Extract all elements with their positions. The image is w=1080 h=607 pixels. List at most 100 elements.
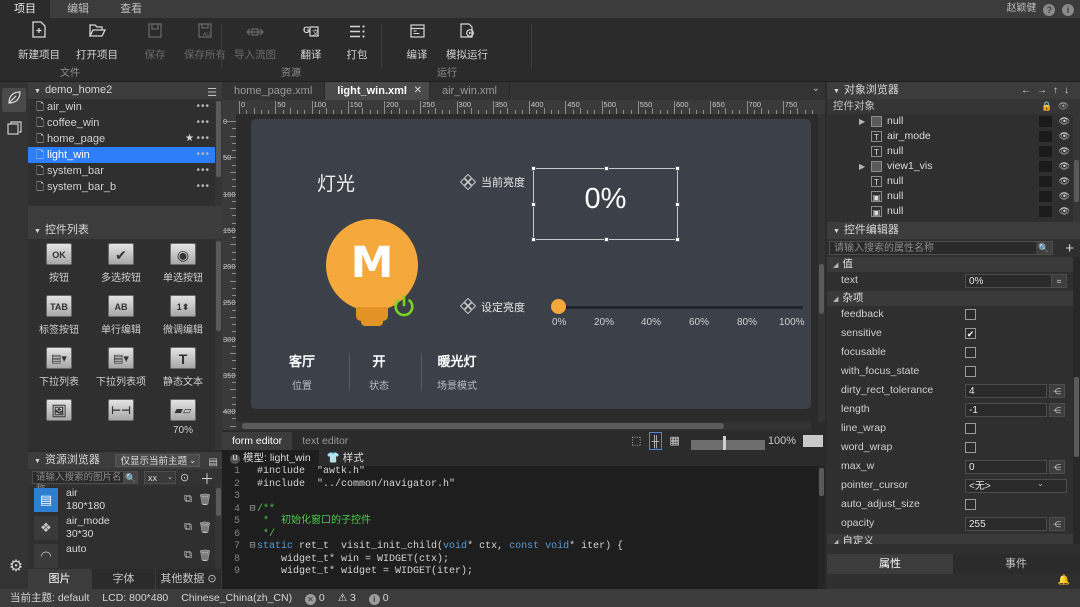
object-row-null-3[interactable]: Tnull 👁 (827, 174, 1080, 189)
object-tree-scrollbar[interactable] (1073, 114, 1080, 222)
property-row-focusable[interactable]: focusable (827, 344, 1080, 363)
search-icon[interactable]: 🔍 (124, 471, 138, 484)
canvas-stage[interactable]: 灯光 M 当前亮度 0% 设定亮度 0% 20% 40% 60% 80% 100… (236, 114, 818, 422)
resource-list[interactable]: ▤ air 180*180 ⧉ 🗑 ❖ air_mode 30*30 ⧉ 🗑 ◠ a… (28, 486, 222, 569)
property-value-input[interactable]: 0 (965, 460, 1047, 474)
search-icon[interactable]: 🔍 (1036, 242, 1052, 254)
menu-tab-edit[interactable]: 编辑 (53, 0, 103, 18)
row-menu-dots[interactable]: ••• (196, 131, 210, 147)
align-icon[interactable]: ╫ (648, 432, 663, 450)
widget-grid[interactable]: OK 按钮 ✔ 多选按钮 ◉ 单选按钮 TAB 标签按钮 AB 单行编辑 1⬍ 微调编辑 ▤… (28, 239, 215, 450)
property-row-opacity[interactable]: opacity 255 ⋲ (827, 515, 1080, 534)
object-row-air-mode[interactable]: Tair_mode 👁 (827, 129, 1080, 144)
resize-handle-e[interactable] (675, 202, 680, 207)
editor-tab-light-win[interactable]: light_win.xml ✕ (325, 82, 430, 100)
property-checkbox[interactable] (965, 423, 976, 434)
status-warning-group[interactable]: ⚠ 3 (338, 592, 356, 604)
property-value-input[interactable]: 4 (965, 384, 1047, 398)
row-menu-dots[interactable]: ••• (196, 163, 210, 179)
zoom-slider[interactable] (687, 432, 765, 458)
delete-icon[interactable]: 🗑 (198, 549, 212, 562)
move-down-icon[interactable]: ↓ (1064, 85, 1075, 96)
expand-icon[interactable]: ▶ (859, 159, 865, 174)
tree-item-air-win[interactable]: 🗋 air_win ••• (28, 99, 222, 115)
object-row-null-1[interactable]: ▶ null 👁 (827, 114, 1080, 129)
row-menu-dots[interactable]: ••• (196, 99, 210, 115)
resource-tab-other[interactable]: 其他数据 ⊙ (156, 569, 222, 589)
color-swatch[interactable] (1039, 161, 1052, 172)
color-swatch[interactable] (1039, 206, 1052, 217)
menu-tab-project[interactable]: 项目 (0, 0, 50, 18)
color-swatch[interactable] (1039, 116, 1052, 127)
resize-handle-w[interactable] (531, 202, 536, 207)
resource-item-air-mode[interactable]: ❖ air_mode 30*30 ⧉ 🗑 (28, 514, 222, 542)
property-section-value[interactable]: ◢ 值 (827, 257, 1080, 272)
eye-icon[interactable]: 👁 (1059, 159, 1070, 174)
row-menu-dots[interactable]: ••• (196, 115, 210, 131)
menu-tab-view[interactable]: 查看 (106, 0, 156, 18)
import-flow-button[interactable]: 导入流图 (226, 21, 284, 62)
delete-icon[interactable]: 🗑 (198, 521, 212, 534)
editor-tab-home-page[interactable]: home_page.xml (222, 82, 326, 100)
move-up-icon[interactable]: ↑ (1053, 85, 1064, 96)
delete-icon[interactable]: 🗑 (198, 493, 212, 506)
zoom-reset-button[interactable]: 1:1 (803, 435, 823, 447)
canvas-horizontal-scrollbar[interactable] (236, 422, 811, 430)
property-action-button[interactable]: ⋲ (1049, 517, 1065, 531)
property-row-word-wrap[interactable]: word_wrap (827, 439, 1080, 458)
property-value-input[interactable]: -1 (965, 403, 1047, 417)
device-preview[interactable]: 灯光 M 当前亮度 0% 设定亮度 0% 20% 40% 60% 80% 100… (251, 119, 811, 409)
layers-rail-icon[interactable] (2, 118, 26, 142)
widget-label[interactable]: T 静态文本 (152, 343, 214, 395)
resize-handle-se[interactable] (675, 237, 680, 242)
help-circle-icon[interactable]: ⊙ (180, 471, 189, 484)
eye-icon[interactable]: 👁 (1059, 144, 1070, 159)
property-action-button[interactable]: ⋲ (1049, 460, 1065, 474)
row-menu-dots[interactable]: ••• (196, 147, 210, 163)
tree-item-light-win[interactable]: 🗋 light_win ••• (28, 147, 222, 163)
property-value-input[interactable]: 255 (965, 517, 1047, 531)
widget-edit[interactable]: AB 单行编辑 (90, 291, 152, 343)
tree-item-system-bar[interactable]: 🗋 system_bar ••• (28, 163, 222, 179)
property-row-dirty-rect-tolerance[interactable]: dirty_rect_tolerance 4 ⋲ (827, 382, 1080, 401)
resize-handle-s[interactable] (604, 237, 609, 242)
object-browser-arrows[interactable]: ←→↑↓ (1021, 82, 1075, 99)
package-button[interactable]: 打包 (328, 21, 386, 62)
grid-icon[interactable]: ▦ (669, 432, 679, 450)
simulate-run-button[interactable]: 模拟运行 (438, 21, 496, 62)
chevron-down-icon[interactable]: ⌄ (1037, 479, 1044, 488)
eye-icon[interactable]: 👁 (1059, 189, 1070, 204)
expand-icon[interactable]: ▶ (859, 114, 865, 129)
color-swatch[interactable] (1039, 131, 1052, 142)
fold-toggle[interactable]: ⊟ (248, 541, 257, 554)
row-menu-dots[interactable]: ••• (196, 179, 210, 195)
eye-icon[interactable]: 👁 (1058, 101, 1074, 111)
widget-progress[interactable]: ▰▱ 70% (152, 395, 214, 447)
bell-icon[interactable]: 🔔 (1058, 575, 1070, 586)
eye-icon[interactable]: 👁 (1059, 129, 1070, 144)
property-row-sensitive[interactable]: sensitive ✔ (827, 325, 1080, 344)
resource-tab-images[interactable]: 图片 (28, 569, 92, 589)
resource-item-auto[interactable]: ◠ auto ⧉ 🗑 (28, 542, 222, 569)
code-tab-style[interactable]: 👕 样式 (319, 450, 372, 466)
status-info-group[interactable]: i 0 (368, 592, 389, 605)
project-tree-scrollbar[interactable] (215, 99, 222, 206)
property-scrollbar[interactable] (1073, 257, 1080, 544)
resize-handle-nw[interactable] (531, 166, 536, 171)
eye-icon[interactable]: 👁 (1059, 114, 1070, 129)
color-swatch[interactable] (1039, 176, 1052, 187)
designer-rail-icon[interactable] (2, 88, 26, 112)
tab-events[interactable]: 事件 (953, 554, 1079, 574)
widget-spinbox[interactable]: 1⬍ 微调编辑 (152, 291, 214, 343)
collapse-triangle-icon[interactable]: ▼ (34, 228, 41, 235)
object-row-null-2[interactable]: Tnull 👁 (827, 144, 1080, 159)
resize-handle-ne[interactable] (675, 166, 680, 171)
info-icon[interactable]: i (1062, 4, 1074, 16)
star-icon[interactable]: ★ (185, 131, 194, 147)
brightness-slider[interactable] (551, 299, 803, 314)
code-content[interactable]: 1 #include "awtk.h" 2 #include "../common/… (222, 466, 825, 589)
resize-handle-sw[interactable] (531, 237, 536, 242)
property-checkbox[interactable] (965, 442, 976, 453)
status-error-group[interactable]: ✕ 0 (305, 592, 325, 605)
widget-radio[interactable]: ◉ 单选按钮 (152, 239, 214, 291)
